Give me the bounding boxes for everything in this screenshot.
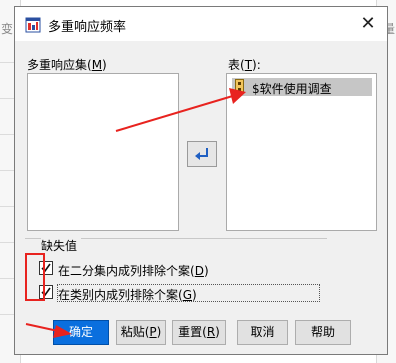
app-icon xyxy=(25,17,41,33)
missing-values-title: 缺失值 xyxy=(41,237,82,254)
list-item[interactable]: $软件使用调查 xyxy=(232,78,372,96)
mr-sets-label: 多重响应集(M) xyxy=(27,58,107,72)
ok-button[interactable]: 确定 xyxy=(53,320,109,345)
multiple-response-frequencies-dialog: 多重响应频率 ✕ 多重响应集(M) 表(T): $软件使用调查 缺失值 在二分集… xyxy=(14,6,388,355)
paste-button[interactable]: 粘贴(P) xyxy=(116,320,166,345)
title-bar[interactable]: 多重响应频率 ✕ xyxy=(15,7,387,41)
close-button[interactable]: ✕ xyxy=(355,11,381,37)
move-left-button[interactable] xyxy=(187,141,217,167)
background-header-text-left: 变 xyxy=(1,22,14,36)
exclude-categories-label: 在类别内成列排除个案(G) xyxy=(58,288,197,302)
list-item-label: $软件使用调查 xyxy=(252,82,332,96)
exclude-dichotomies-label: 在二分集内成列排除个案(D) xyxy=(58,264,209,278)
table-listbox[interactable]: $软件使用调查 xyxy=(226,73,377,231)
multi-response-set-icon xyxy=(235,79,244,94)
reset-button[interactable]: 重置(R) xyxy=(172,320,226,345)
table-label: 表(T): xyxy=(228,58,261,72)
cancel-button[interactable]: 取消 xyxy=(237,320,288,345)
annotation-highlight-box xyxy=(25,253,45,301)
help-button[interactable]: 帮助 xyxy=(295,320,351,345)
dialog-title: 多重响应频率 xyxy=(48,20,127,35)
close-icon: ✕ xyxy=(360,13,376,34)
mr-sets-listbox[interactable] xyxy=(27,73,179,231)
